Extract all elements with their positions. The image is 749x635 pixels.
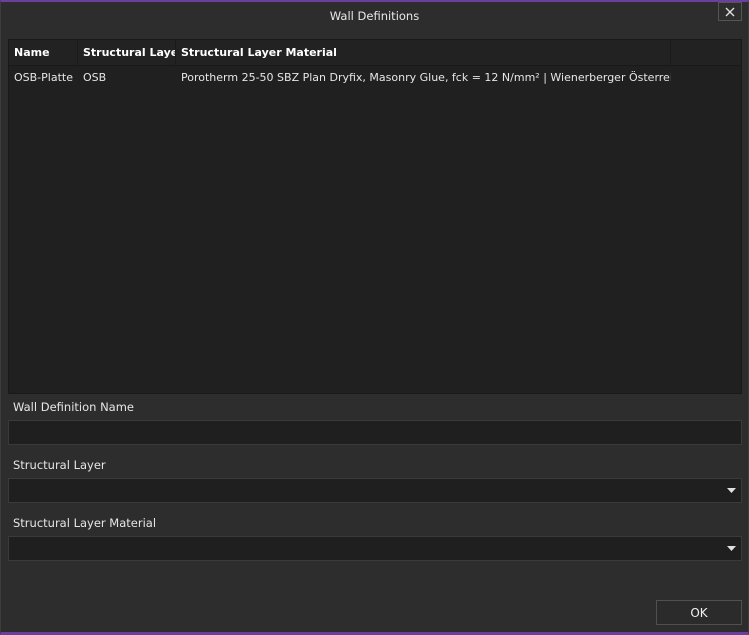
ok-button[interactable]: OK xyxy=(656,600,742,625)
structural-layer-material-select[interactable] xyxy=(8,536,742,561)
wall-definitions-dialog: Wall Definitions Name Structural Layer S… xyxy=(0,0,749,635)
window-title: Wall Definitions xyxy=(329,9,420,23)
title-bar: Wall Definitions xyxy=(1,2,748,32)
chevron-down-icon xyxy=(726,488,736,493)
structural-layer-label: Structural Layer xyxy=(13,458,106,472)
table-row[interactable]: OSB-Platte OSB Porotherm 25-50 SBZ Plan … xyxy=(9,67,741,89)
structural-layer-select[interactable] xyxy=(8,478,742,503)
column-header-name[interactable]: Name xyxy=(9,40,78,66)
structural-layer-material-label: Structural Layer Material xyxy=(13,516,157,530)
close-button[interactable] xyxy=(718,2,742,21)
column-header-empty xyxy=(671,40,741,66)
cell-structural-layer: OSB xyxy=(83,71,107,84)
chevron-down-icon xyxy=(726,546,736,551)
wall-definitions-table[interactable]: Name Structural Layer Structural Layer M… xyxy=(8,39,742,394)
wall-definition-name-input[interactable] xyxy=(8,420,742,445)
close-icon xyxy=(725,7,735,16)
wall-definition-name-label: Wall Definition Name xyxy=(13,400,134,414)
cell-name: OSB-Platte xyxy=(14,71,73,84)
structural-layer-dropdown-button[interactable] xyxy=(721,479,741,502)
structural-layer-material-dropdown-button[interactable] xyxy=(721,537,741,560)
column-header-structural-layer-material[interactable]: Structural Layer Material xyxy=(176,40,671,66)
cell-structural-layer-material: Porotherm 25-50 SBZ Plan Dryfix, Masonry… xyxy=(181,71,671,84)
column-header-structural-layer[interactable]: Structural Layer xyxy=(78,40,176,66)
table-header: Name Structural Layer Structural Layer M… xyxy=(9,40,741,66)
